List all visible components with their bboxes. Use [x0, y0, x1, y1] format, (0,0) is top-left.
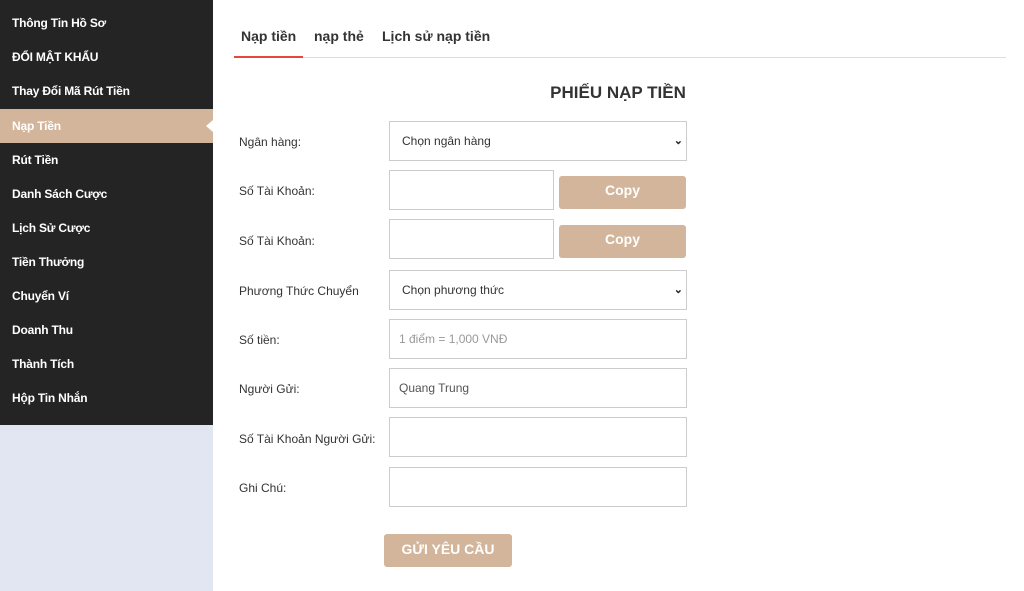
- sender-label: Người Gửi:: [239, 382, 300, 396]
- sidebar-item-bet-list[interactable]: Danh Sách Cược: [0, 177, 213, 211]
- sender-account-input[interactable]: [389, 417, 687, 457]
- sidebar-item-transfer-wallet[interactable]: Chuyển Ví: [0, 279, 213, 313]
- sender-input[interactable]: Quang Trung: [389, 368, 687, 408]
- sender-account-label: Số Tài Khoản Người Gửi:: [239, 432, 376, 446]
- sidebar-item-achievements[interactable]: Thành Tích: [0, 347, 213, 381]
- account2-label: Số Tài Khoản:: [239, 234, 315, 248]
- sidebar-item-inbox[interactable]: Hộp Tin Nhắn: [0, 381, 213, 415]
- form-title: PHIẾU NẠP TIỀN: [550, 83, 686, 102]
- account2-input[interactable]: [389, 219, 554, 259]
- chevron-down-icon: ⌄: [673, 135, 683, 147]
- method-select[interactable]: Chọn phương thức ⌄: [389, 270, 687, 310]
- note-input[interactable]: [389, 467, 687, 507]
- bank-label: Ngân hàng:: [239, 135, 302, 149]
- sidebar-item-bonus[interactable]: Tiền Thưởng: [0, 245, 213, 279]
- bank-select-value: Chọn ngân hàng: [402, 134, 491, 148]
- amount-placeholder: 1 điểm = 1,000 VNĐ: [399, 332, 508, 346]
- sidebar-item-revenue[interactable]: Doanh Thu: [0, 313, 213, 347]
- account1-input[interactable]: [389, 170, 554, 210]
- sidebar-item-change-withdraw-code[interactable]: Thay Đổi Mã Rút Tiền: [0, 74, 213, 108]
- amount-input[interactable]: 1 điểm = 1,000 VNĐ: [389, 319, 687, 359]
- amount-label: Số tiền:: [239, 333, 280, 347]
- method-label: Phương Thức Chuyển: [239, 284, 359, 298]
- copy-account2-button[interactable]: Copy: [559, 225, 686, 258]
- bank-select[interactable]: Chọn ngân hàng ⌄: [389, 121, 687, 161]
- sidebar-item-deposit[interactable]: Nạp Tiền: [0, 109, 213, 143]
- submit-request-button[interactable]: GỬI YÊU CẦU: [384, 534, 512, 567]
- sidebar-background: [0, 425, 213, 591]
- sidebar: Thông Tin Hồ Sơ ĐỔI MẬT KHẨU Thay Đổi Mã…: [0, 0, 213, 425]
- copy-account1-button[interactable]: Copy: [559, 176, 686, 209]
- sidebar-item-withdraw[interactable]: Rút Tiền: [0, 143, 213, 177]
- sidebar-item-change-password[interactable]: ĐỔI MẬT KHẨU: [0, 40, 213, 74]
- account1-label: Số Tài Khoản:: [239, 184, 315, 198]
- sidebar-item-profile[interactable]: Thông Tin Hồ Sơ: [0, 6, 213, 40]
- sidebar-item-bet-history[interactable]: Lịch Sử Cược: [0, 211, 213, 245]
- method-select-value: Chọn phương thức: [402, 283, 504, 297]
- tab-deposit[interactable]: Nạp tiền: [233, 28, 304, 58]
- tab-bar: Nạp tiền nạp thẻ Lịch sử nạp tiền: [233, 22, 1006, 58]
- tab-deposit-history[interactable]: Lịch sử nạp tiền: [382, 28, 490, 44]
- tab-card-topup[interactable]: nạp thẻ: [314, 28, 364, 44]
- note-label: Ghi Chú:: [239, 481, 287, 495]
- sender-value: Quang Trung: [399, 381, 470, 395]
- chevron-down-icon: ⌄: [673, 284, 683, 296]
